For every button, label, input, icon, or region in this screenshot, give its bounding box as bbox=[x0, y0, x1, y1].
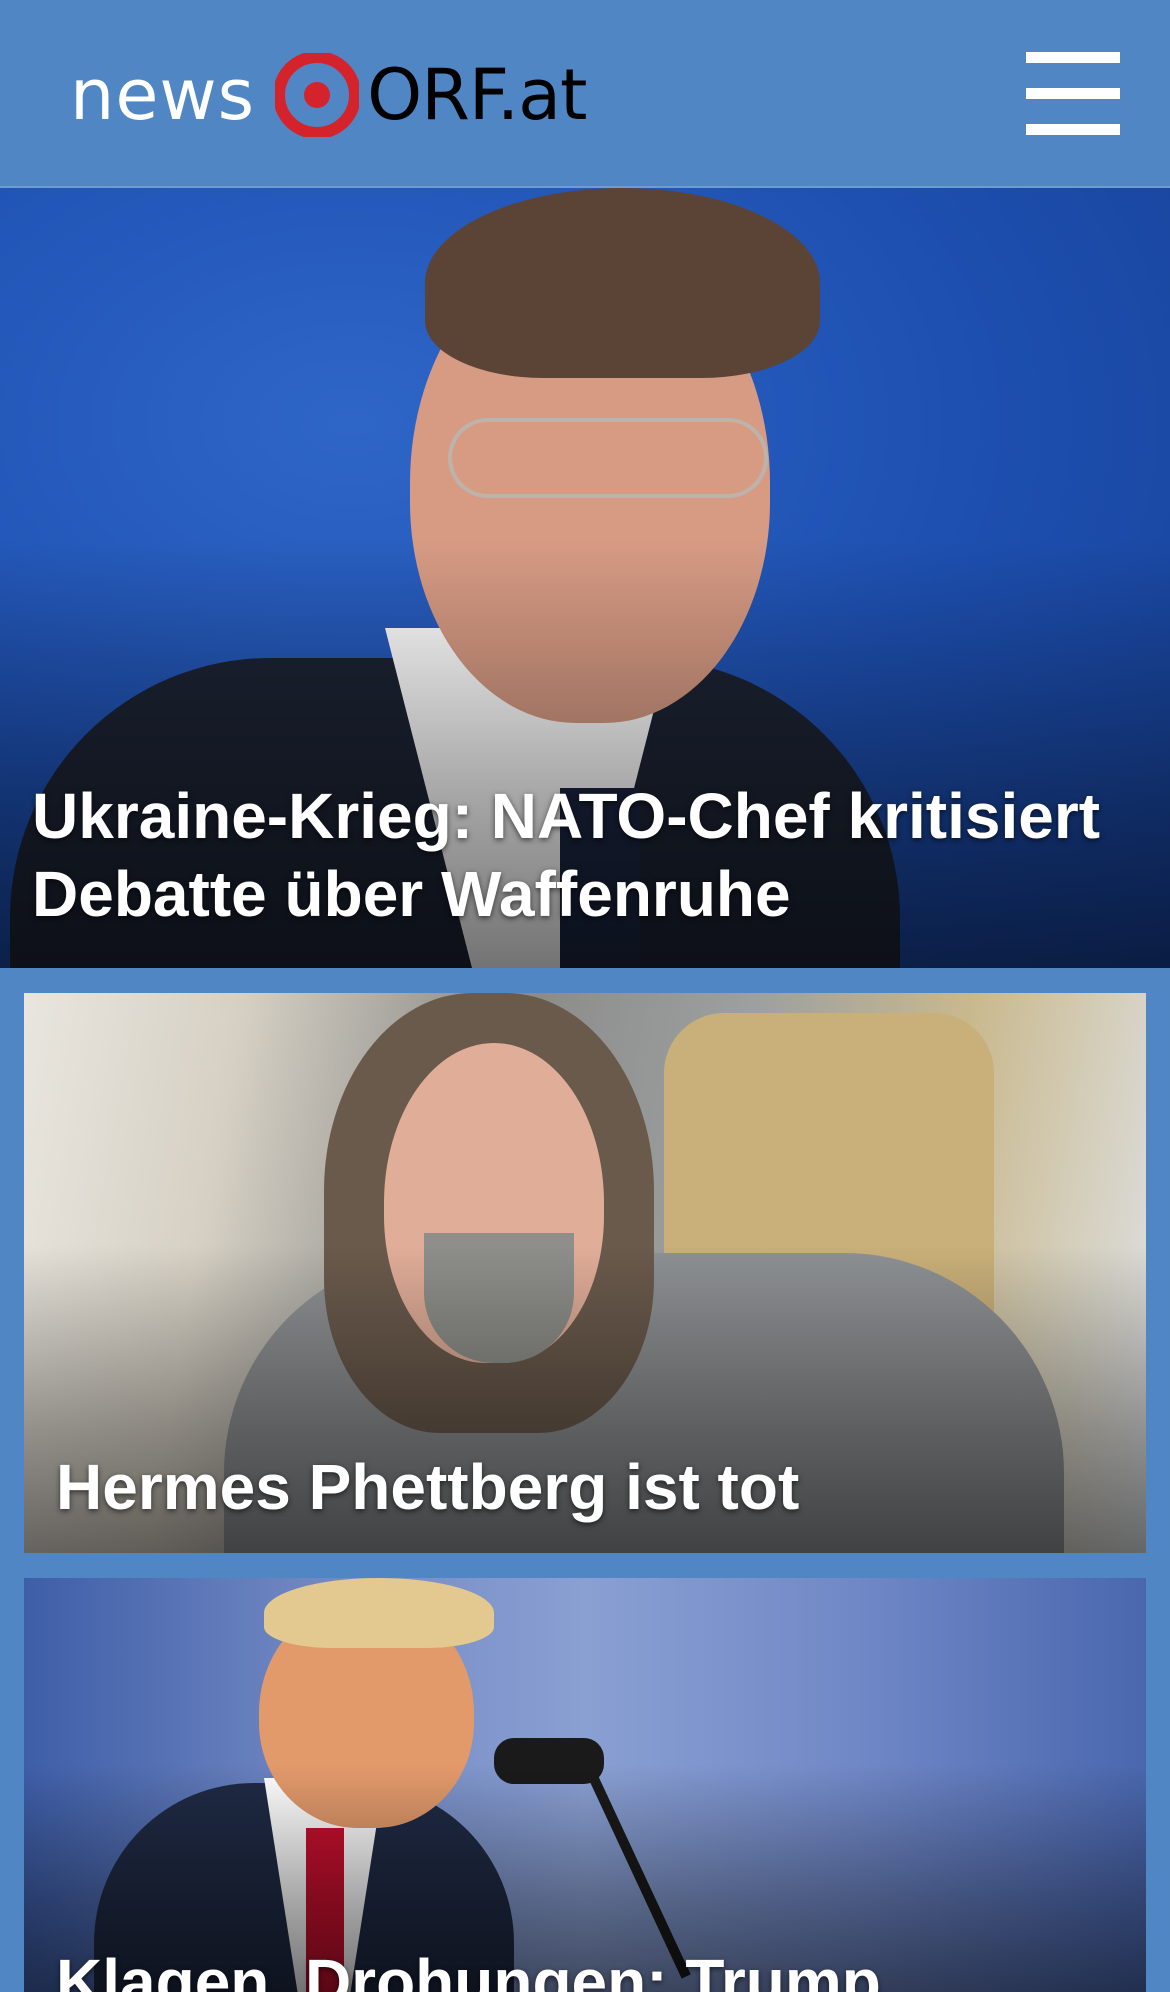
site-logo[interactable]: news ORF.at bbox=[70, 50, 588, 140]
story-headline[interactable]: Klagen, Drohungen: Trump bbox=[56, 1943, 881, 1992]
orf-target-icon bbox=[275, 53, 360, 137]
logo-brand-text: ORF.at bbox=[367, 54, 587, 136]
hamburger-menu-icon[interactable] bbox=[1020, 48, 1120, 138]
logo-news-text: news bbox=[70, 54, 256, 136]
headline-line-2: Debatte über Waffenruhe bbox=[32, 858, 791, 931]
story-headline[interactable]: Hermes Phettberg ist tot bbox=[56, 1448, 799, 1526]
story-card[interactable]: Hermes Phettberg ist tot bbox=[24, 993, 1146, 1553]
menu-bar-top bbox=[1026, 52, 1120, 63]
headline-line-1: Ukraine-Krieg: NATO-Chef kritisiert bbox=[32, 780, 1101, 852]
story-card[interactable]: Klagen, Drohungen: Trump bbox=[24, 1578, 1146, 1992]
story-headline-lead[interactable]: Ukraine-Krieg: NATO-Chef kritisiert Deba… bbox=[32, 777, 1100, 933]
app-header: news ORF.at bbox=[0, 0, 1170, 188]
menu-bar-bottom bbox=[1026, 124, 1120, 135]
menu-bar-middle bbox=[1026, 88, 1120, 99]
